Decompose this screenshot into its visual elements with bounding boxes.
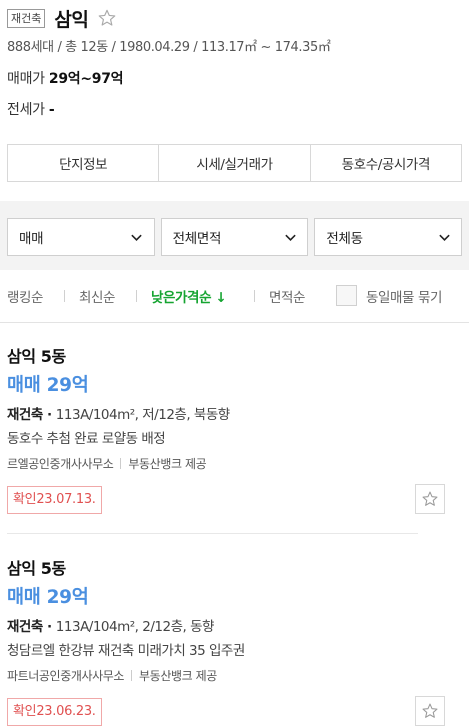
listing-detail: 재건축 · 113A/104m², 저/12층, 북동향 (7, 407, 230, 423)
jeonse-price-row: 전세가 - (7, 99, 55, 119)
favorite-star-button[interactable] (415, 484, 445, 514)
filter-row: 매매 전체면적 전체동 (7, 218, 463, 256)
sort-divider (254, 290, 255, 302)
listing-spec: 113A/104m², 2/12층, 동향 (55, 619, 215, 635)
jeonse-price-label: 전세가 (7, 102, 45, 118)
listing-agency: 르엘공인중개사사무소 (7, 457, 114, 471)
listing-description: 청담르엘 한강뷰 재건축 미래가치 35 입주권 (7, 643, 245, 659)
sort-divider (136, 290, 137, 302)
complex-header: 재건축 삼익 888세대 / 총 12동 / 1980.04.29 / 113.… (0, 0, 469, 136)
main-tabs: 단지정보 시세/실거래가 동호수/공시가격 (7, 144, 462, 182)
sort-area[interactable]: 면적순 (269, 286, 305, 306)
confirm-date-badge: 확인23.06.23. (7, 698, 102, 726)
area-select[interactable]: 전체면적 (160, 218, 309, 256)
tab-complex-info[interactable]: 단지정보 (8, 145, 160, 181)
complex-name: 삼익 (54, 8, 89, 31)
jeonse-price-value: - (48, 102, 55, 118)
listing-agency-row: 르엘공인중개사사무소 부동산뱅크 제공 (7, 455, 207, 472)
sale-price-value: 29억~97억 (48, 71, 124, 87)
listing-detail: 재건축 · 113A/104m², 2/12층, 동향 (7, 619, 215, 635)
tab-market-price[interactable]: 시세/실거래가 (159, 145, 311, 181)
same-listing-checkbox[interactable] (336, 285, 357, 306)
building-value: 전체동 (326, 231, 363, 247)
title-row: 재건축 삼익 (7, 5, 118, 31)
agency-divider (131, 670, 133, 681)
same-listing-label: 동일매물 묶기 (366, 290, 443, 306)
sort-low-price[interactable]: 낮은가격순 ↓ (151, 286, 227, 306)
listing-type: 재건축 (7, 407, 43, 423)
listing-provider: 부동산뱅크 제공 (139, 669, 217, 683)
building-select[interactable]: 전체동 (314, 218, 463, 256)
confirm-date-badge: 확인23.07.13. (7, 486, 102, 514)
listing-agency-row: 파트너공인중개사사무소 부동산뱅크 제공 (7, 667, 217, 684)
chevron-down-icon (283, 230, 297, 244)
sort-latest[interactable]: 최신순 (79, 286, 115, 306)
reconstruction-badge: 재건축 (7, 8, 46, 28)
complex-summary: 888세대 / 총 12동 / 1980.04.29 / 113.17㎡ ~ 1… (7, 40, 331, 55)
listing-item[interactable]: 삼익 5동 매매 29억 재건축 · 113A/104m², 저/12층, 북동… (0, 323, 469, 535)
listing-name[interactable]: 삼익 5동 (7, 555, 66, 579)
favorite-star-icon[interactable] (96, 7, 118, 29)
star-icon (422, 703, 438, 718)
sort-row: 랭킹순 최신순 낮은가격순 ↓ 면적순 동일매물 묶기 (0, 270, 469, 323)
listing-price[interactable]: 매매 29억 (7, 583, 89, 609)
listing-type: 재건축 (7, 619, 43, 635)
listing-price[interactable]: 매매 29억 (7, 371, 89, 397)
listing-agency: 파트너공인중개사사무소 (7, 669, 125, 683)
area-value: 전체면적 (172, 231, 222, 247)
sort-ranking[interactable]: 랭킹순 (7, 286, 43, 306)
listing-divider (7, 533, 418, 534)
chevron-down-icon (130, 230, 144, 244)
sort-divider (64, 290, 65, 302)
sale-price-label: 매매가 (7, 71, 45, 87)
sort-low-price-label: 낮은가격순 (151, 290, 212, 306)
star-icon (422, 491, 438, 506)
trade-type-select[interactable]: 매매 (7, 218, 155, 256)
listing-item[interactable]: 삼익 5동 매매 29억 재건축 · 113A/104m², 2/12층, 동향… (0, 535, 469, 728)
listing-spec: 113A/104m², 저/12층, 북동향 (55, 407, 230, 423)
chevron-down-icon (437, 230, 451, 244)
listing-provider: 부동산뱅크 제공 (128, 457, 207, 471)
sale-price-row: 매매가 29억~97억 (7, 68, 124, 88)
favorite-star-button[interactable] (415, 696, 445, 726)
trade-type-value: 매매 (19, 231, 44, 247)
agency-divider (120, 458, 122, 469)
tab-unit-official-price[interactable]: 동호수/공시가격 (311, 145, 461, 181)
listing-name[interactable]: 삼익 5동 (7, 343, 66, 367)
listing-description: 동호수 추첨 완료 로얄동 배정 (7, 431, 166, 447)
arrow-down-icon: ↓ (215, 290, 227, 306)
